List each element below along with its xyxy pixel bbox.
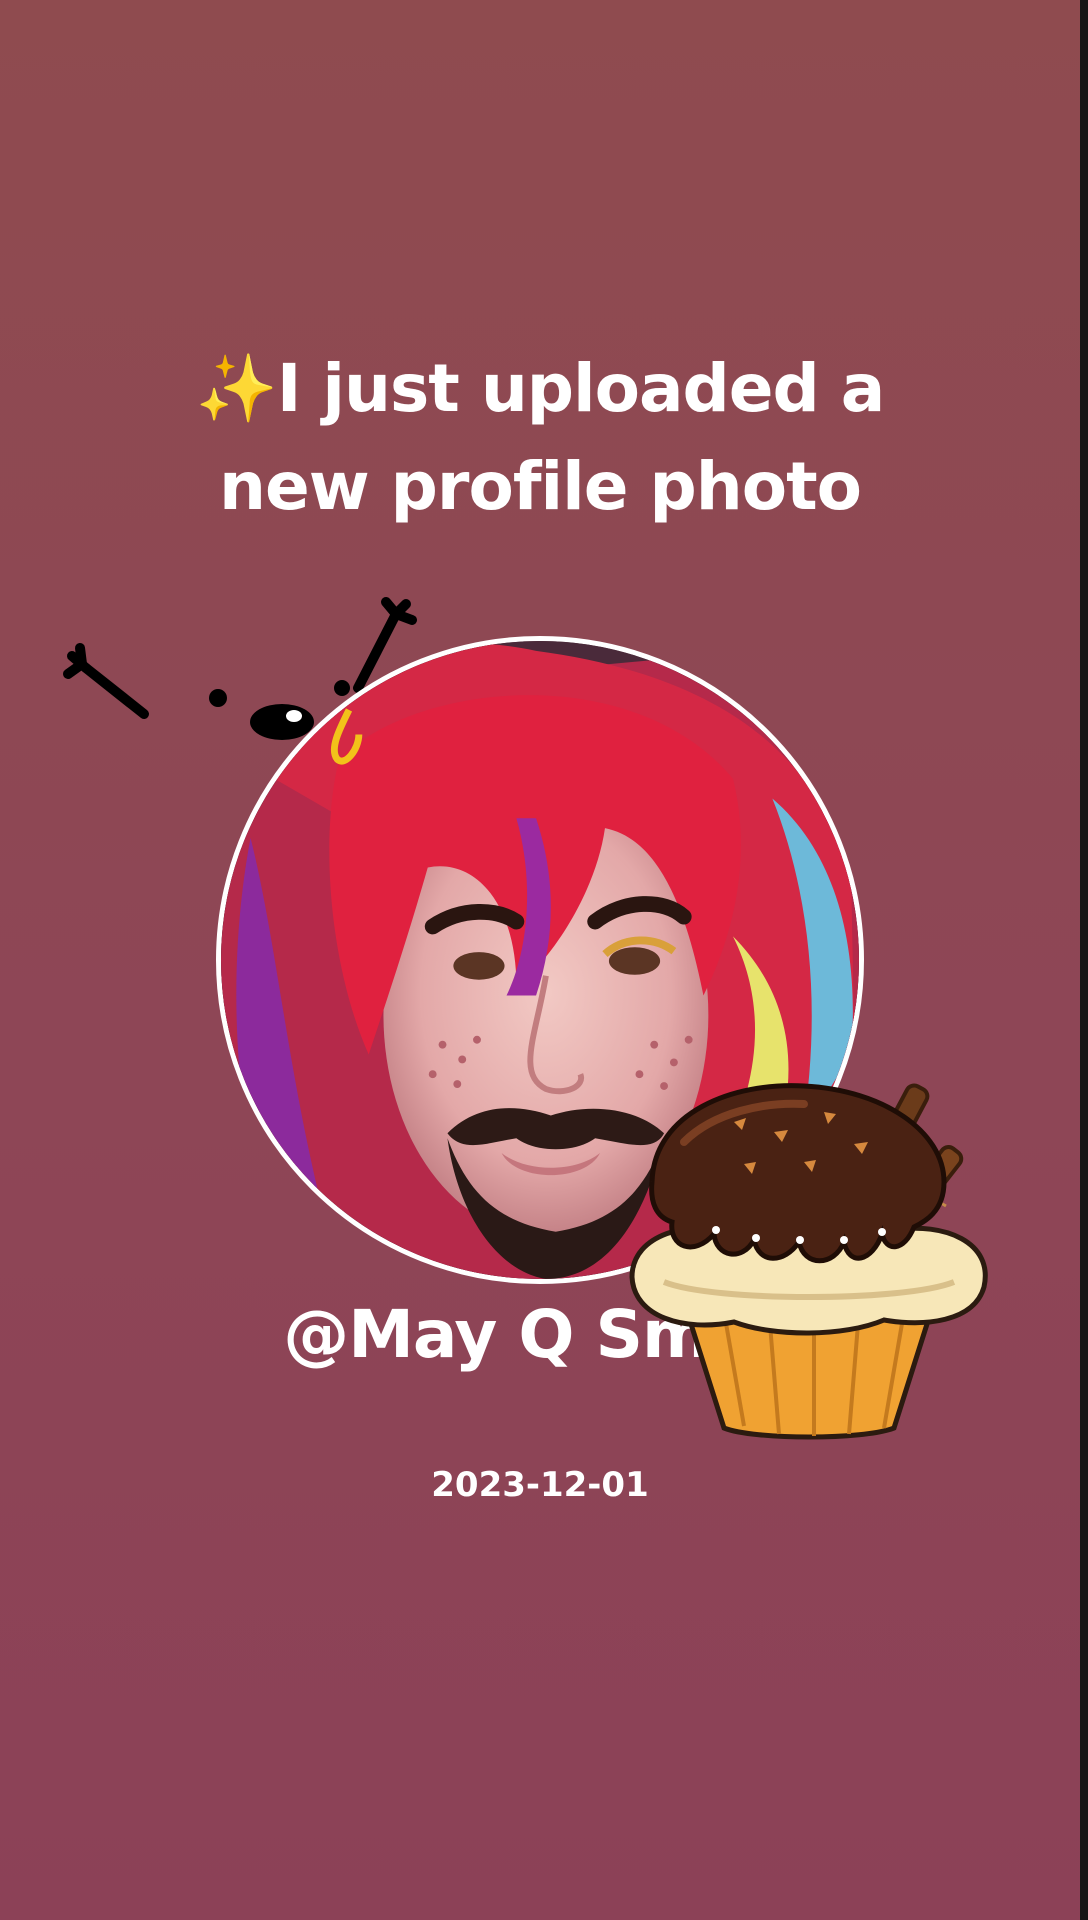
headline: ✨I just uploaded a new profile photo — [140, 340, 940, 536]
sparkles-icon: ✨ — [195, 350, 278, 427]
story-canvas: ✨I just uploaded a new profile photo @Ma… — [0, 0, 1088, 1920]
right-edge-bar — [1080, 0, 1088, 1920]
cupcake-sticker — [629, 1083, 988, 1440]
post-date: 2023-12-01 — [431, 1465, 649, 1505]
headline-text: I just uploaded a new profile photo — [218, 350, 885, 525]
